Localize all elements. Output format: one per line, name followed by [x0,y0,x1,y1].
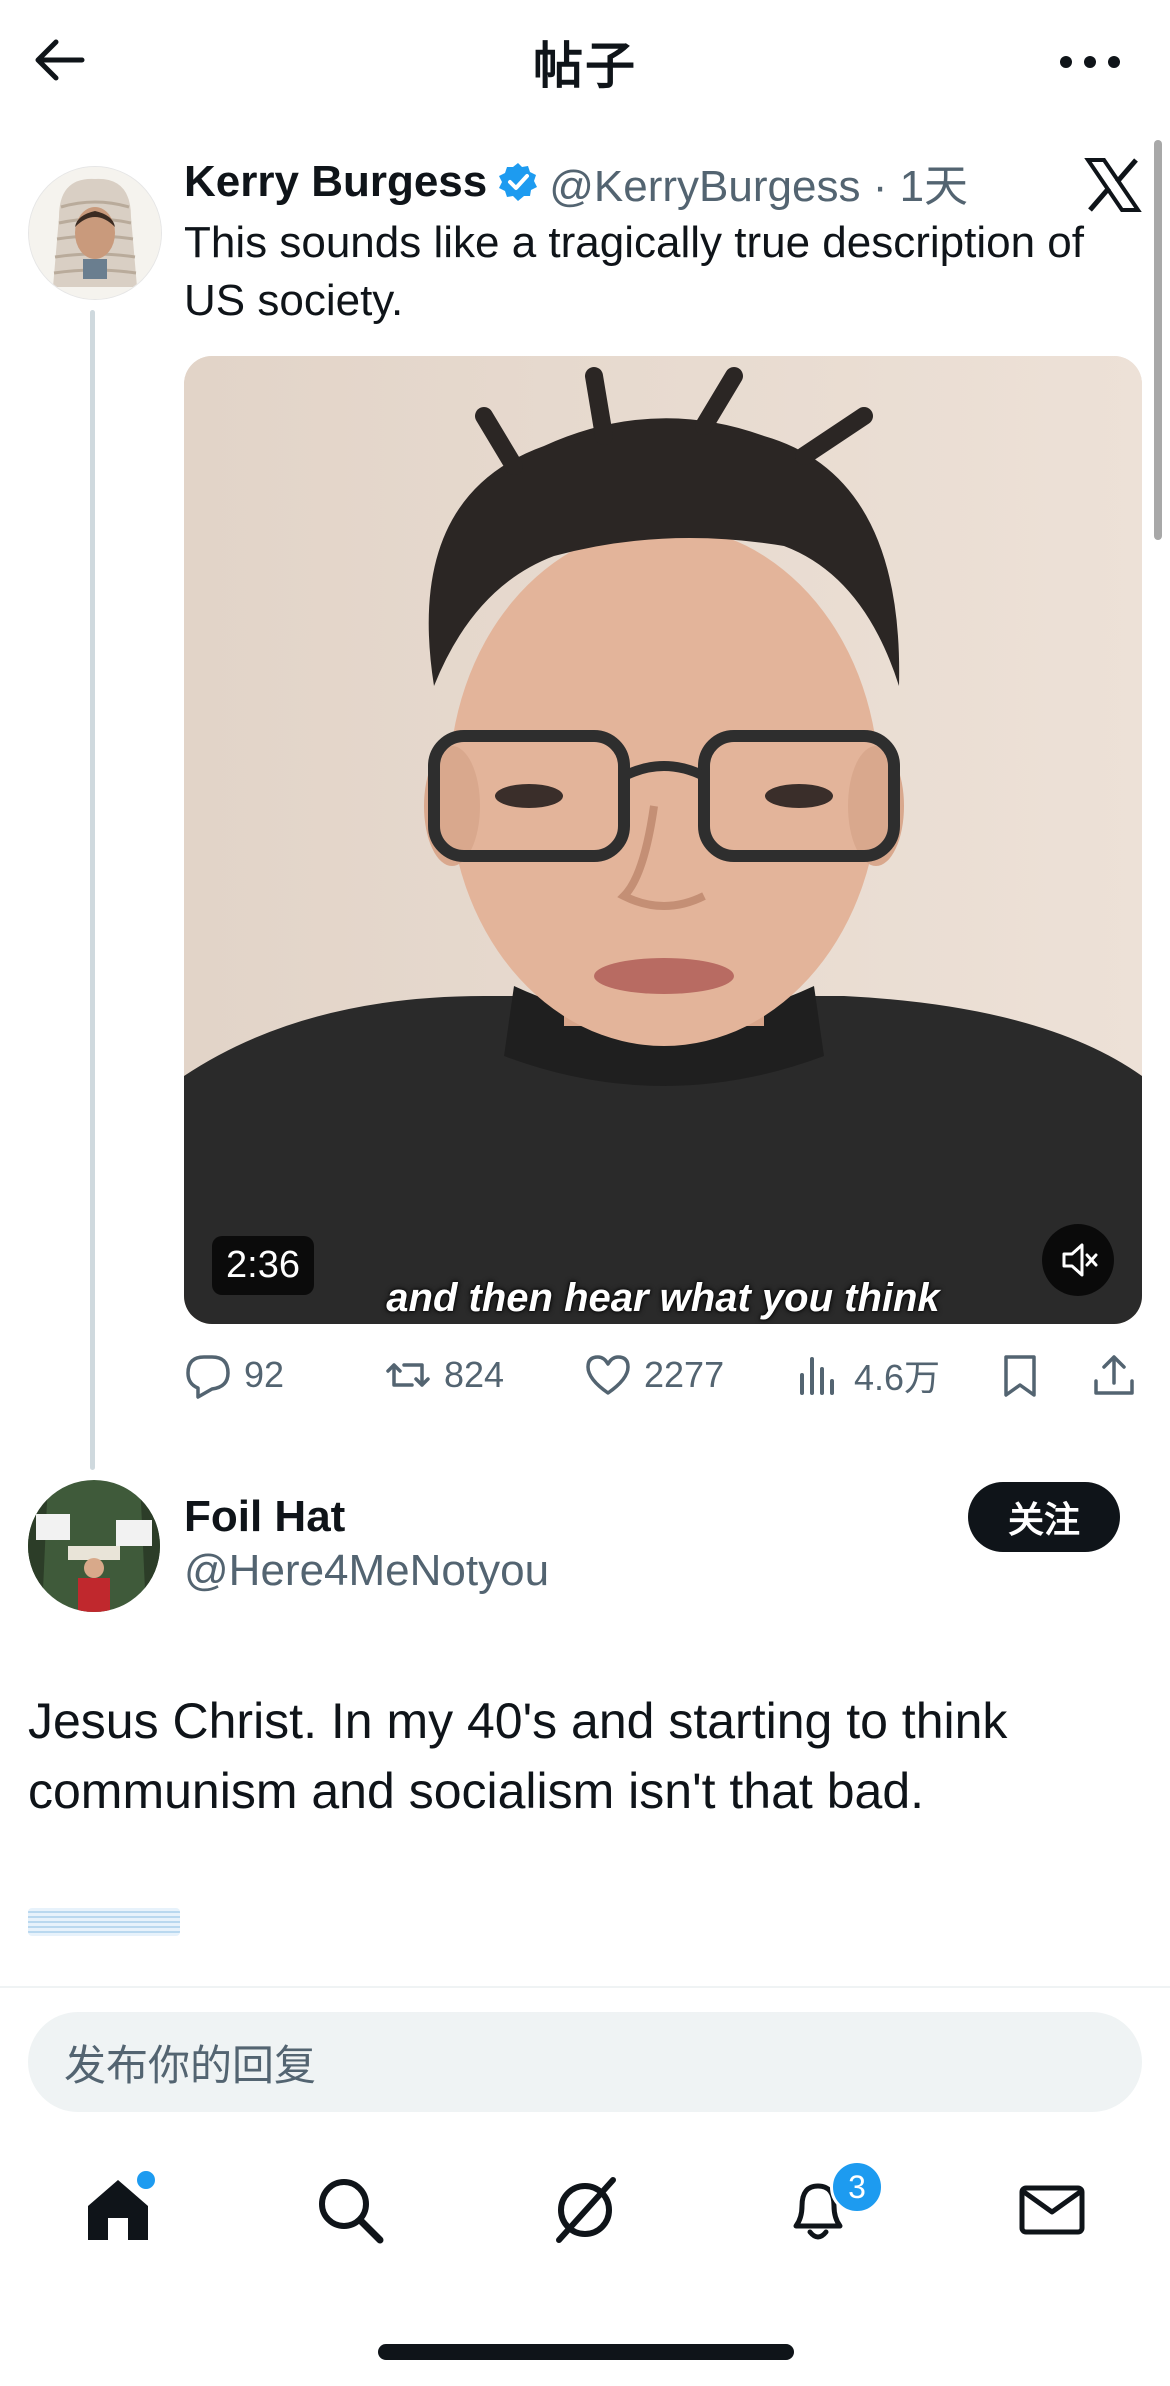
ellipsis-icon [1060,56,1120,68]
repost-icon [386,1363,430,1387]
home-notification-dot [134,2168,158,2192]
avatar[interactable] [28,166,162,300]
reply-author-handle[interactable]: @Here4MeNotyou [184,1546,549,1596]
tweet-header: Kerry Burgess @KerryBurgess · 1天 [184,152,968,212]
avatar-judge-icon [29,167,161,299]
more-options-button[interactable] [1050,42,1130,82]
bookmark-icon [1004,1355,1036,1397]
loading-placeholder [28,1908,180,1936]
nav-search[interactable] [310,2170,390,2250]
scrollbar[interactable] [1154,140,1162,540]
x-logo-icon [1084,156,1142,214]
verified-badge-icon [499,163,538,201]
heart-icon [586,1355,630,1395]
tweet-text: This sounds like a tragically true descr… [184,218,1084,325]
bookmark-button[interactable] [996,1345,1056,1405]
nav-messages[interactable] [1012,2170,1092,2250]
author-handle-time[interactable]: @KerryBurgess · 1天 [549,150,968,214]
reply-input[interactable]: 发布你的回复 [28,2012,1142,2112]
reply-tweet-text: Jesus Christ. In my 40's and starting to… [28,1693,1008,1819]
view-count: 4.6万 [854,1357,941,1398]
thread-connector [90,310,95,1470]
video-player[interactable]: 2:36 and then hear what you think [184,356,1142,1324]
views-button[interactable]: 4.6万 [794,1345,940,1405]
video-frame-person-icon [184,356,1142,1324]
notifications-badge: 3 [830,2160,884,2214]
like-button[interactable]: 2277 [584,1345,724,1405]
repost-button[interactable]: 824 [384,1345,504,1405]
reply-bubble-icon [186,1355,230,1399]
reply-author-name[interactable]: Foil Hat [184,1492,345,1542]
follow-button[interactable]: 关注 [968,1482,1120,1552]
analytics-bars-icon [800,1357,834,1395]
home-indicator[interactable] [378,2344,794,2360]
envelope-icon [1019,2185,1085,2235]
reply-count: 92 [244,1354,285,1395]
nav-grok[interactable] [545,2170,625,2250]
divider [0,1986,1170,1988]
page-title: 帖子 [533,38,637,94]
tweet-actions: 92 824 2277 4.6万 [184,1345,1142,1405]
search-icon [319,2179,384,2244]
like-count: 2277 [644,1354,725,1395]
share-button[interactable] [1090,1345,1150,1405]
video-caption: and then hear what you think [386,1276,940,1320]
author-name[interactable]: Kerry Burgess [184,157,487,207]
avatar[interactable] [28,1480,160,1612]
repost-count: 824 [444,1354,505,1395]
reply-button[interactable]: 92 [184,1345,284,1405]
share-upload-icon [1094,1355,1134,1395]
avatar-protest-photo-icon [28,1480,160,1612]
grok-slash-icon [556,2177,616,2243]
